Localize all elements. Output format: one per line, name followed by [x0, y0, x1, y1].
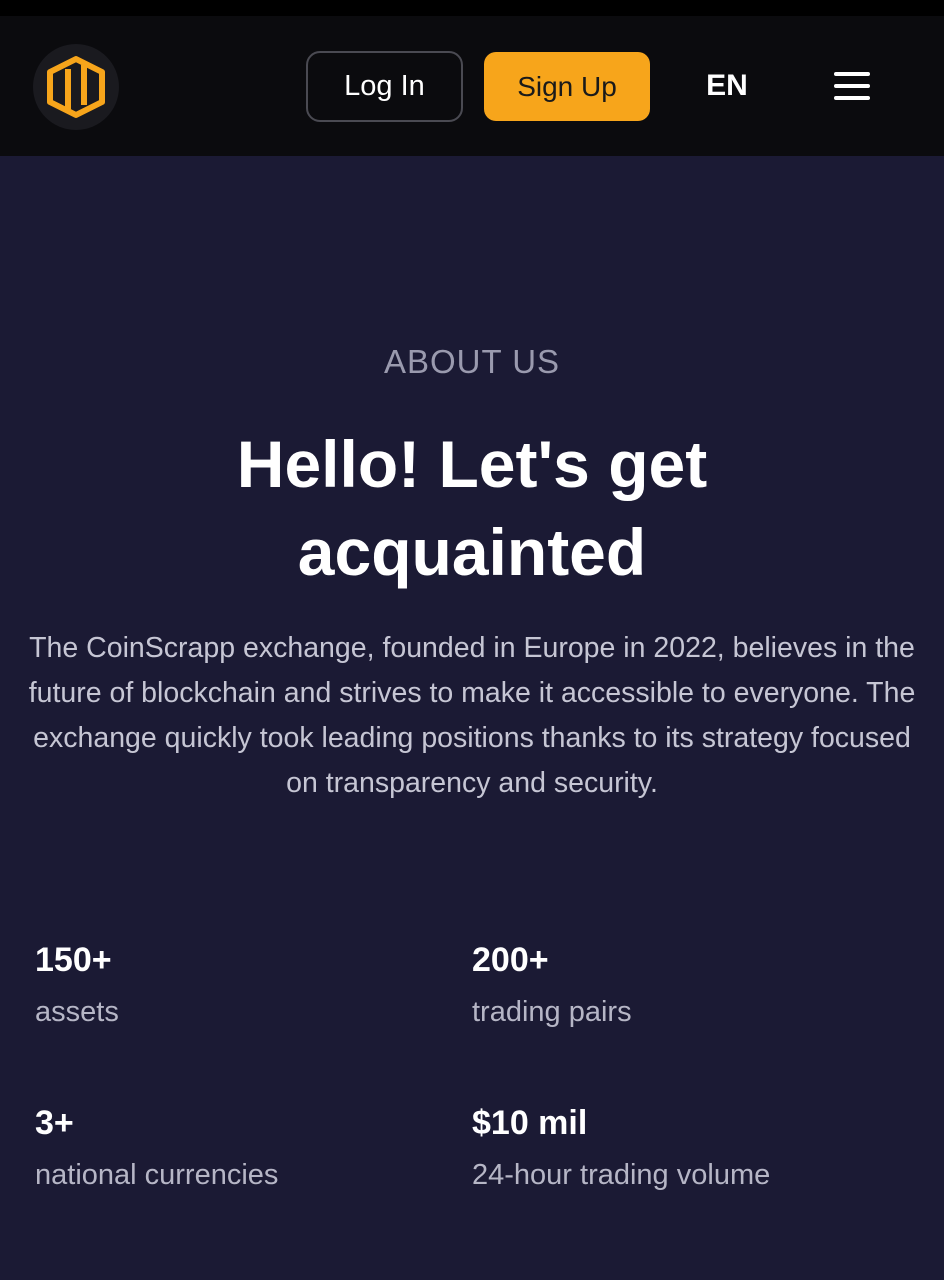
hamburger-menu-icon[interactable]	[830, 68, 874, 104]
stat-label: national currencies	[35, 1159, 279, 1191]
stat-value: 200+	[472, 941, 549, 979]
stat-trading-volume: $10 mil 24-hour trading volume	[472, 1103, 770, 1193]
language-selector[interactable]: EN	[695, 66, 759, 106]
page-title: Hello! Let's get acquainted	[236, 427, 708, 589]
section-eyebrow: ABOUT US	[383, 343, 561, 380]
stat-value: 3+	[35, 1104, 74, 1142]
login-button[interactable]: Log In	[306, 51, 463, 122]
stat-value: 150+	[35, 941, 112, 979]
stat-label: trading pairs	[472, 996, 632, 1028]
menu-bar	[834, 72, 870, 76]
stat-label: 24-hour trading volume	[472, 1159, 771, 1191]
coinscrapp-logo-icon	[47, 56, 105, 118]
stat-value: $10 mil	[472, 1104, 588, 1142]
stat-trading-pairs: 200+ trading pairs	[472, 940, 632, 1030]
logo[interactable]	[33, 44, 119, 130]
menu-bar	[834, 84, 870, 88]
status-strip	[0, 0, 944, 16]
stat-assets: 150+ assets	[35, 940, 119, 1030]
stat-national-currencies: 3+ national currencies	[35, 1103, 278, 1193]
signup-button[interactable]: Sign Up	[484, 52, 650, 121]
menu-bar	[834, 96, 870, 100]
top-navigation: Log In Sign Up EN	[0, 16, 944, 156]
stat-label: assets	[35, 996, 119, 1028]
about-description: The CoinScrapp exchange, founded in Euro…	[28, 632, 916, 799]
